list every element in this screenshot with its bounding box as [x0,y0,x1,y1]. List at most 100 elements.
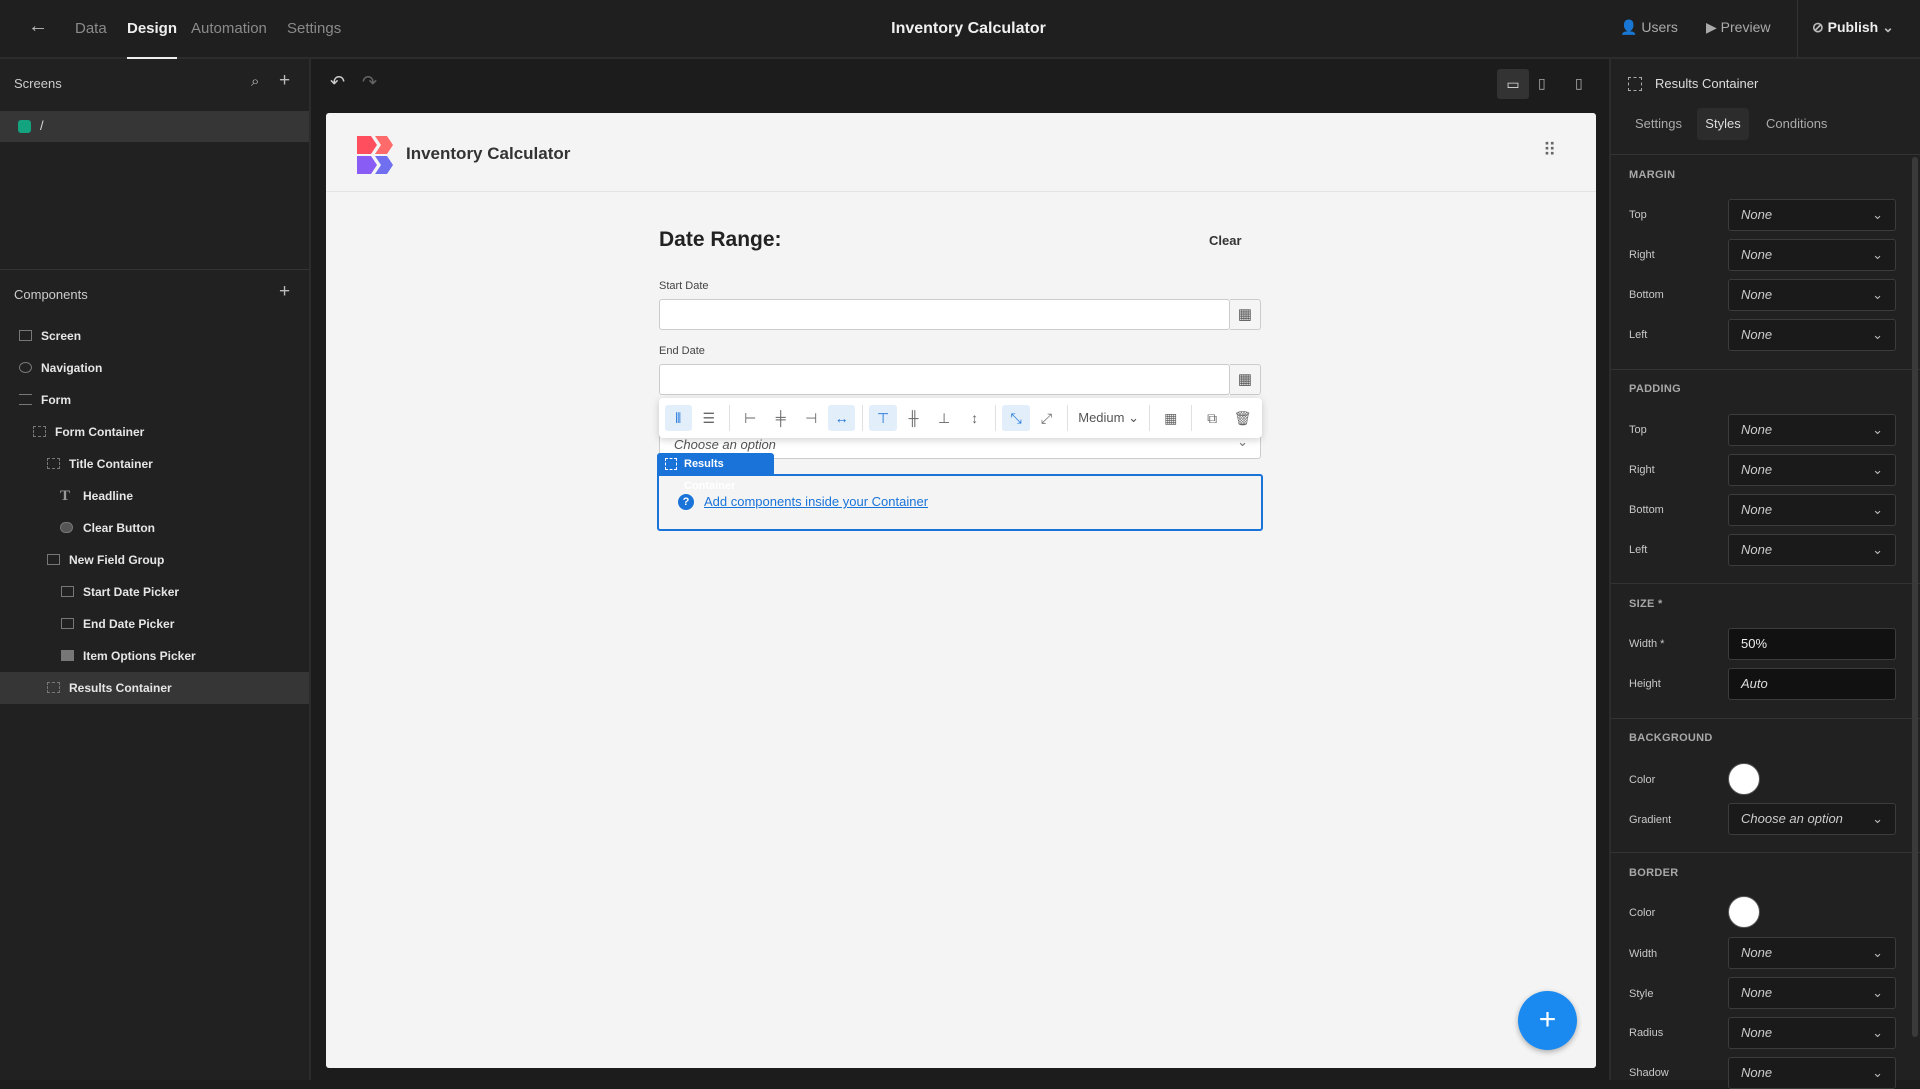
date-range-heading: Date Range: [659,228,782,251]
add-components-link[interactable]: Add components inside your Container [704,494,928,509]
component-toolbar: ⫴ ☰ ⊢ ╪ ⊣ ↔ ⊤ ╫ ⊥ ↕ ⤡ ⤢ Medium ⌄ ▦ ⧉ 🗑 [659,398,1262,438]
chevron-down-icon: ⌄ [1882,19,1894,35]
layout-columns-icon[interactable]: ⫴ [664,405,692,431]
tree-item-start-date-picker[interactable]: Start Date Picker [0,576,309,608]
tree-label: Results Container [69,681,172,695]
tree-label: Item Options Picker [83,649,196,663]
padding-left-select[interactable]: None ⌄ [1728,534,1896,566]
text-icon: T [60,488,71,504]
delete-icon[interactable]: 🗑 [1229,405,1256,431]
preview-button[interactable]: ▶ Preview [1706,19,1770,36]
valign-middle-icon[interactable]: ╫ [900,405,927,431]
tree-item-results-container[interactable]: Results Container [0,672,309,704]
tree-item-navigation[interactable]: Navigation [0,352,309,384]
start-date-input[interactable] [659,299,1230,330]
tree-item-end-date-picker[interactable]: End Date Picker [0,608,309,640]
tree-item-form-container[interactable]: Form Container [0,416,309,448]
border-color-swatch[interactable] [1728,896,1760,928]
border-width-select[interactable]: None ⌄ [1728,937,1896,969]
container-icon [47,458,60,469]
gradient-select[interactable]: Choose an option ⌄ [1728,803,1896,835]
tree-item-clear-button[interactable]: Clear Button [0,512,309,544]
padding-top-select[interactable]: None ⌄ [1728,414,1896,446]
desktop-view-icon[interactable]: ▭ [1497,69,1529,99]
components-title: Components [14,287,88,302]
calendar-icon[interactable]: ▦ [1230,299,1261,330]
panel-tab-settings[interactable]: Settings [1635,116,1682,131]
border-radius-label: Radius [1629,1027,1664,1039]
align-stretch-icon[interactable]: ↔ [827,405,856,431]
valign-top-icon[interactable]: ⊤ [869,405,897,431]
grid-layout-icon[interactable]: ▦ [1157,405,1184,431]
width-input[interactable]: 50% [1728,628,1896,660]
mobile-view-icon[interactable]: ▯ [1575,75,1583,92]
dropdown-icon [61,650,74,661]
expand-icon[interactable]: ⤢ [1033,405,1060,431]
divider [1611,154,1920,155]
border-radius-select[interactable]: None ⌄ [1728,1017,1896,1049]
tree-item-options-picker[interactable]: Item Options Picker [0,640,309,672]
margin-left-select[interactable]: None ⌄ [1728,319,1896,351]
publish-label: Publish [1827,19,1879,35]
shadow-label: Shadow [1629,1067,1669,1079]
calendar-icon[interactable]: ▦ [1230,364,1261,395]
add-component-fab[interactable]: + [1518,991,1577,1050]
margin-bottom-label: Bottom [1629,289,1664,301]
grid-menu-icon[interactable]: ⠿ [1543,140,1556,161]
panel-tab-conditions[interactable]: Conditions [1766,116,1827,131]
margin-bottom-select[interactable]: None ⌄ [1728,279,1896,311]
padding-right-label: Right [1629,464,1655,476]
valign-stretch-icon[interactable]: ↕ [961,405,988,431]
publish-button[interactable]: ⊘ Publish ⌄ [1812,19,1894,36]
help-icon: ? [678,494,694,510]
bg-color-swatch[interactable] [1728,763,1760,795]
tree-item-form[interactable]: Form [0,384,309,416]
divider [1797,0,1798,57]
top-bar: ← Data Design Automation Settings Invent… [0,0,1920,59]
padding-bottom-select[interactable]: None ⌄ [1728,494,1896,526]
results-container[interactable]: ? Add components inside your Container [657,474,1263,531]
align-center-icon[interactable]: ╪ [767,405,794,431]
users-button[interactable]: 👤 Users [1620,19,1678,36]
border-section-title: BORDER [1629,867,1679,879]
shrink-icon[interactable]: ⤡ [1002,405,1030,431]
shadow-select[interactable]: None ⌄ [1728,1057,1896,1089]
divider [0,269,309,270]
tree-label: Title Container [69,457,153,471]
align-right-icon[interactable]: ⊣ [797,405,824,431]
redo-icon[interactable]: ↷ [362,72,377,93]
duplicate-icon[interactable]: ⧉ [1198,405,1225,431]
valign-bottom-icon[interactable]: ⊥ [930,405,957,431]
size-select[interactable]: Medium ⌄ [1074,405,1143,431]
divider [1611,369,1920,370]
search-icon[interactable]: ⌕ [251,73,259,90]
align-left-icon[interactable]: ⊢ [736,405,763,431]
form-icon [19,394,32,405]
tree-item-screen[interactable]: Screen [0,320,309,352]
layout-rows-icon[interactable]: ☰ [695,405,722,431]
clear-button[interactable]: Clear [1209,233,1242,248]
panel-scrollbar[interactable] [1912,157,1918,1037]
button-icon [60,522,73,533]
users-icon: 👤 [1620,19,1638,35]
margin-right-select[interactable]: None ⌄ [1728,239,1896,271]
tree-label: Headline [83,489,134,503]
padding-right-select[interactable]: None ⌄ [1728,454,1896,486]
end-date-input[interactable] [659,364,1230,395]
app-header: Inventory Calculator ⠿ [326,113,1596,192]
divider [1611,718,1920,719]
screen-item[interactable]: / [0,111,309,142]
margin-top-select[interactable]: None ⌄ [1728,199,1896,231]
tablet-view-icon[interactable]: ▯ [1538,75,1546,92]
panel-tab-styles[interactable]: Styles [1697,108,1749,140]
margin-section-title: MARGIN [1629,169,1676,181]
tree-item-headline[interactable]: T Headline [0,480,309,512]
undo-icon[interactable]: ↶ [330,72,345,93]
add-screen-icon[interactable]: + [279,70,290,92]
tree-item-title-container[interactable]: Title Container [0,448,309,480]
date-icon [61,618,74,629]
height-input[interactable]: Auto [1728,668,1896,700]
border-style-select[interactable]: None ⌄ [1728,977,1896,1009]
add-component-icon[interactable]: + [279,281,290,303]
tree-item-field-group[interactable]: New Field Group [0,544,309,576]
